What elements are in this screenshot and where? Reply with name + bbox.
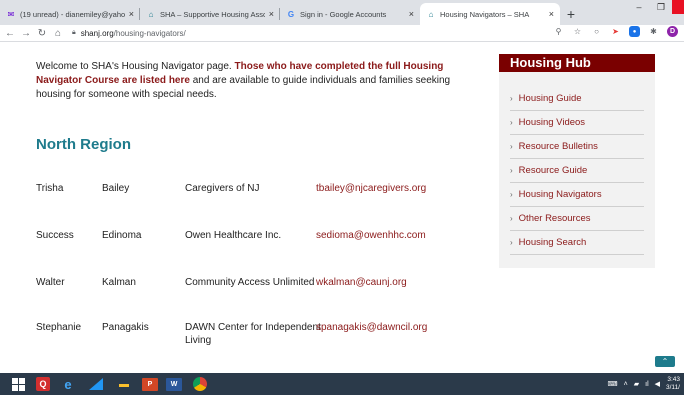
chrome-logo-icon [193, 377, 207, 391]
tab-housing-navigators[interactable]: ⌂ Housing Navigators – SHA × [420, 3, 560, 25]
bookmark-star-icon[interactable]: ☆ [572, 26, 583, 37]
close-tab-icon[interactable]: × [549, 9, 554, 19]
system-clock[interactable]: 3:43 3/11/ [666, 376, 680, 392]
sidebar-item-resource-guide[interactable]: › Resource Guide [510, 159, 644, 183]
organization: Caregivers of NJ [185, 183, 260, 194]
back-arrow-icon[interactable]: ← [2, 28, 18, 39]
sidebar-item-housing-search[interactable]: › Housing Search [510, 231, 644, 255]
sidebar-item-housing-navigators[interactable]: › Housing Navigators [510, 183, 644, 207]
organization: Community Access Unlimited [185, 277, 315, 288]
chevron-right-icon: › [510, 214, 513, 223]
first-name: Stephanie [36, 322, 82, 333]
volume-icon[interactable]: ◀ [655, 380, 660, 388]
chevron-right-icon: › [510, 118, 513, 127]
minimize-icon[interactable]: – [628, 0, 650, 14]
file-explorer-icon[interactable]: ▬ [114, 375, 134, 393]
window-controls: – ❐ [628, 0, 684, 25]
chevron-right-icon: › [510, 190, 513, 199]
close-window-icon[interactable] [672, 0, 684, 14]
first-name: Success [36, 230, 74, 241]
browser-tab-strip: ✉ (19 unread) - dianemiley@yahoo × ⌂ SHA… [0, 0, 684, 25]
windows-taskbar: Q e ▬ P W ⌨ ˄ ▰ ıl ◀ 3:43 3/11/ [0, 373, 684, 395]
first-name: Trisha [36, 183, 64, 194]
intro-paragraph: Welcome to SHA's Housing Navigator page.… [36, 61, 451, 100]
last-name: Edinoma [102, 230, 142, 241]
email-link[interactable]: tbailey@njcaregivers.org [316, 182, 426, 195]
sidebar-item-resource-bulletins[interactable]: › Resource Bulletins [510, 135, 644, 159]
region-title: North Region [36, 136, 131, 153]
last-name: Panagakis [102, 322, 149, 333]
email-link[interactable]: spanagakis@dawncil.org [316, 321, 427, 334]
powerpoint-app-icon[interactable]: P [142, 377, 158, 391]
chevron-right-icon: › [510, 166, 513, 175]
lock-icon: 🔒︎ [72, 29, 76, 36]
sha-logo-icon: ⌂ [428, 9, 434, 19]
opera-extension-icon[interactable]: ○ [591, 26, 602, 37]
keyboard-icon[interactable]: ⌨ [608, 380, 618, 388]
chevron-right-icon: › [510, 94, 513, 103]
internet-explorer-icon[interactable]: e [58, 375, 78, 393]
home-icon[interactable]: ⌂ [50, 28, 66, 39]
puzzle-extension-icon[interactable]: ✱ [648, 26, 659, 37]
address-bar[interactable]: 🔒︎ shanj.org/housing-navigators/ [72, 29, 186, 38]
tab-google-signin[interactable]: G Sign in - Google Accounts × [280, 3, 420, 25]
sidebar-item-other-resources[interactable]: › Other Resources [510, 207, 644, 231]
pdf-extension-icon[interactable]: ➤ [610, 26, 621, 37]
close-tab-icon[interactable]: × [409, 9, 414, 19]
reload-icon[interactable]: ↻ [34, 28, 50, 39]
first-name: Walter [36, 277, 65, 288]
sidebar-title: Housing Hub [499, 54, 655, 72]
last-name: Bailey [102, 183, 130, 194]
quicken-app-icon[interactable]: Q [36, 377, 50, 391]
mail-icon: ✉ [7, 9, 15, 19]
signal-icon[interactable]: ıl [645, 381, 649, 388]
word-app-icon[interactable]: W [166, 377, 182, 391]
google-icon: G [287, 9, 295, 19]
windows-start-icon[interactable] [8, 375, 28, 393]
sha-logo-icon: ⌂ [148, 9, 154, 19]
organization: Owen Healthcare Inc. [185, 230, 282, 241]
chrome-app-icon[interactable] [190, 375, 210, 393]
last-name: Kalman [102, 277, 136, 288]
profile-avatar-icon[interactable]: D [667, 26, 678, 37]
close-tab-icon[interactable]: × [129, 9, 134, 19]
new-tab-button[interactable]: + [560, 3, 582, 25]
extension-icons: ⚲ ☆ ○ ➤ ● ✱ D [553, 26, 678, 37]
zoom-icon[interactable]: ⚲ [553, 26, 564, 37]
chevron-up-icon: ⌃ [661, 357, 669, 366]
tab-yahoo-mail[interactable]: ✉ (19 unread) - dianemiley@yahoo × [0, 3, 140, 25]
housing-hub-sidebar: Housing Hub › Housing Guide › Housing Vide… [499, 54, 655, 268]
browser-toolbar: ← → ↻ ⌂ 🔒︎ shanj.org/housing-navigators/… [0, 25, 684, 42]
email-link[interactable]: sedioma@owenhhc.com [316, 229, 426, 242]
network-icon[interactable]: ▰ [634, 380, 639, 388]
tab-sha-home[interactable]: ⌂ SHA – Supportive Housing Assoc × [140, 3, 280, 25]
tray-expand-icon[interactable]: ˄ [624, 381, 628, 388]
system-tray: ⌨ ˄ ▰ ıl ◀ 3:43 3/11/ [608, 373, 680, 395]
chevron-right-icon: › [510, 142, 513, 151]
chevron-right-icon: › [510, 238, 513, 247]
store-app-icon[interactable] [86, 375, 106, 393]
sidebar-item-housing-videos[interactable]: › Housing Videos [510, 111, 644, 135]
organization: DAWN Center for Independent Living [185, 322, 321, 346]
email-link[interactable]: wkalman@caunj.org [316, 276, 407, 289]
blue-extension-icon[interactable]: ● [629, 26, 640, 37]
forward-arrow-icon[interactable]: → [18, 28, 34, 39]
sidebar-item-housing-guide[interactable]: › Housing Guide [510, 87, 644, 111]
close-tab-icon[interactable]: × [269, 9, 274, 19]
scroll-to-top-button[interactable]: ⌃ [655, 356, 675, 367]
maximize-icon[interactable]: ❐ [650, 0, 672, 14]
sidebar-menu: › Housing Guide › Housing Videos › Resource… [499, 72, 655, 255]
